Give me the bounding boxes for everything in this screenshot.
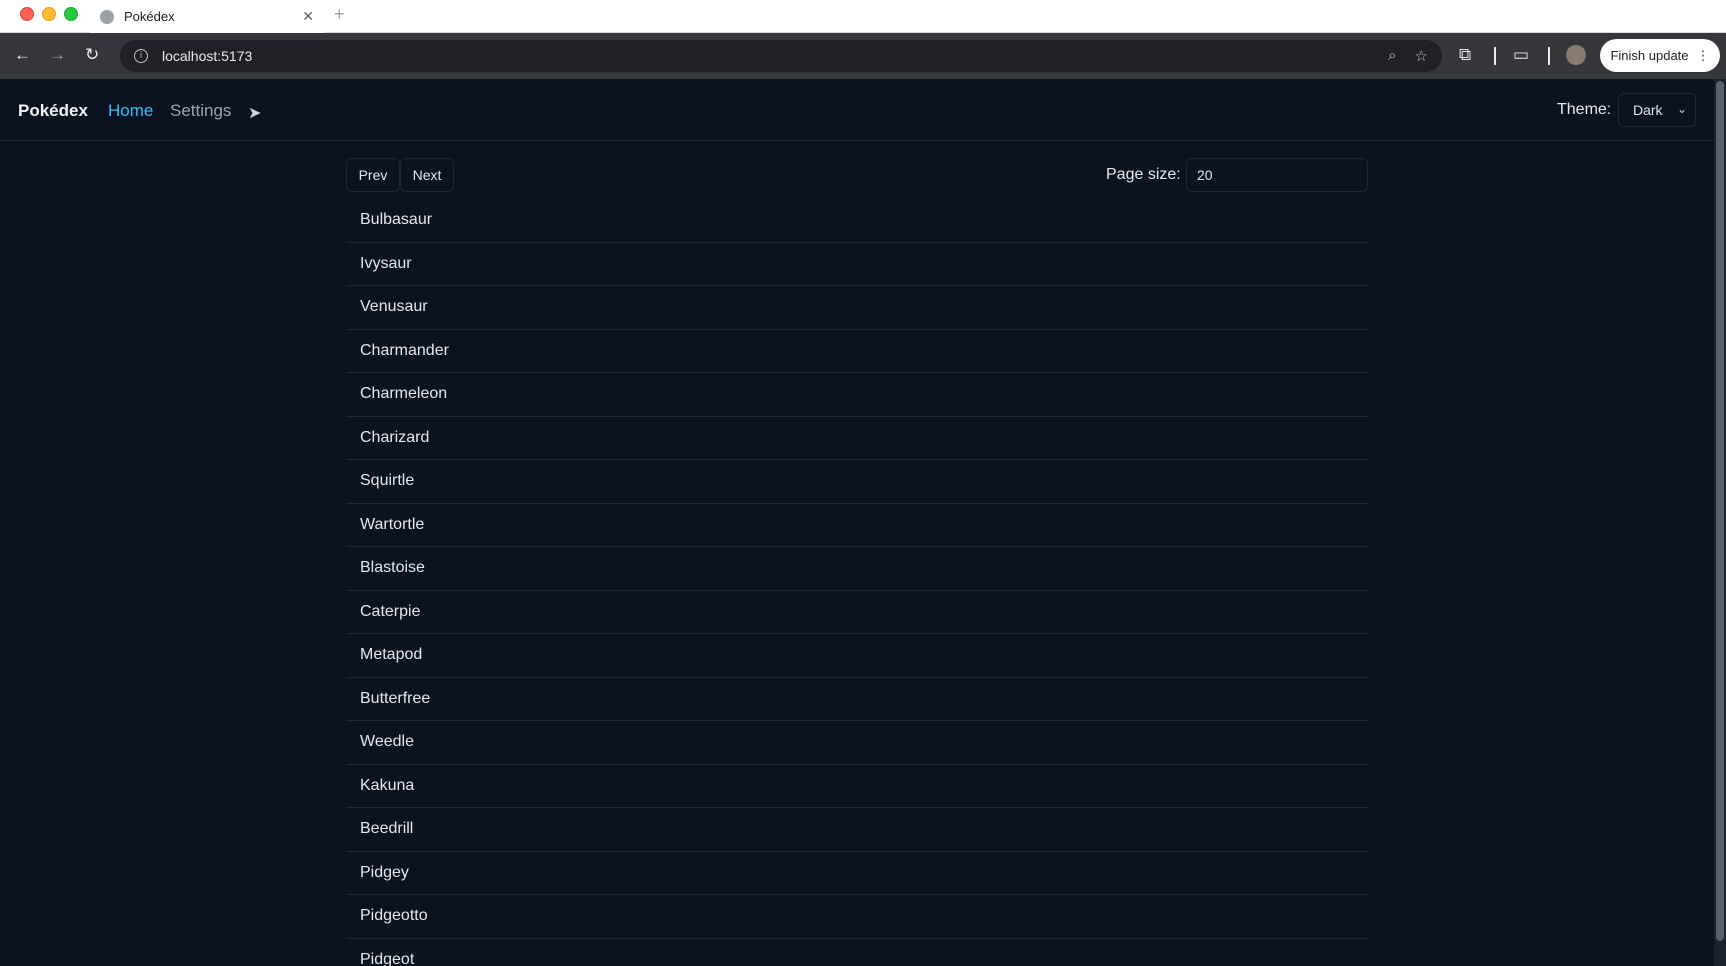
theme-label: Theme: bbox=[1557, 101, 1612, 118]
window-controls bbox=[20, 7, 78, 21]
toolbar-divider bbox=[1548, 47, 1550, 65]
globe-icon bbox=[100, 9, 114, 24]
pokemon-list-item[interactable]: Ivysaur bbox=[346, 243, 1368, 286]
pokemon-list-item[interactable]: Weedle bbox=[346, 721, 1368, 765]
pokemon-list-item[interactable]: Wartortle bbox=[346, 504, 1368, 547]
pokemon-list-item[interactable]: Butterfree bbox=[346, 678, 1368, 721]
app-header: Pokédex Home Settings ➤ Theme: Dark ⌄ bbox=[0, 79, 1714, 141]
app-brand[interactable]: Pokédex bbox=[18, 101, 88, 121]
page-size-label: Page size: bbox=[1106, 166, 1181, 183]
chevron-down-icon: ⌄ bbox=[1676, 102, 1687, 116]
extensions-icon[interactable]: ⧉ bbox=[1459, 45, 1471, 65]
minimize-window-button[interactable] bbox=[42, 7, 56, 21]
pokemon-list-item[interactable]: Pidgeot bbox=[346, 939, 1368, 966]
theme-select[interactable]: Dark ⌄ bbox=[1618, 93, 1696, 127]
pokemon-list-item[interactable]: Kakuna bbox=[346, 765, 1368, 808]
pokemon-list-item[interactable]: Beedrill bbox=[346, 808, 1368, 852]
finish-update-button[interactable]: Finish update ⋮ bbox=[1600, 39, 1720, 72]
close-icon[interactable]: ✕ bbox=[302, 8, 314, 25]
pokemon-list-item[interactable]: Venusaur bbox=[346, 286, 1368, 330]
reload-icon[interactable]: ↻ bbox=[85, 45, 99, 65]
browser-window: Pokédex ✕ + ← → ↻ i localhost:5173 ⌕ ☆ ⧉… bbox=[0, 0, 1726, 966]
omnibox-actions: ⌕ ☆ bbox=[1388, 47, 1428, 65]
bookmark-star-icon[interactable]: ☆ bbox=[1415, 47, 1428, 65]
forward-arrow-icon[interactable]: → bbox=[49, 45, 66, 65]
browser-toolbar: ← → ↻ i localhost:5173 ⌕ ☆ ⧉ ▭ bbox=[0, 33, 1726, 79]
toolbar-divider bbox=[1494, 47, 1496, 65]
tab-search-icon[interactable]: ▭ bbox=[1513, 45, 1529, 65]
tab-strip: Pokédex ✕ + bbox=[0, 0, 1726, 33]
tab-title: Pokédex bbox=[124, 9, 175, 24]
scrollbar-thumb[interactable] bbox=[1716, 81, 1724, 941]
address-bar[interactable]: i localhost:5173 ⌕ ☆ bbox=[120, 40, 1442, 72]
pokemon-list-item[interactable]: Charizard bbox=[346, 417, 1368, 460]
site-info-icon[interactable]: i bbox=[134, 49, 148, 63]
more-vert-icon: ⋮ bbox=[1696, 47, 1710, 63]
zoom-icon[interactable]: ⌕ bbox=[1388, 47, 1396, 65]
back-arrow-icon[interactable]: ← bbox=[14, 45, 31, 65]
browser-tab[interactable]: Pokédex ✕ bbox=[90, 0, 324, 33]
pokemon-list-item[interactable]: Squirtle bbox=[346, 460, 1368, 504]
nav-settings-link[interactable]: Settings bbox=[170, 101, 231, 121]
close-window-button[interactable] bbox=[20, 7, 34, 21]
new-tab-icon[interactable]: + bbox=[334, 4, 345, 25]
finish-update-label: Finish update bbox=[1610, 48, 1689, 63]
nav-home-link[interactable]: Home bbox=[108, 101, 153, 121]
pokemon-list-item[interactable]: Caterpie bbox=[346, 591, 1368, 634]
mouse-cursor-icon: ➤ bbox=[248, 105, 262, 122]
pokemon-list-item[interactable]: Blastoise bbox=[346, 547, 1368, 591]
pokemon-list-item[interactable]: Pidgey bbox=[346, 852, 1368, 895]
profile-avatar[interactable] bbox=[1566, 45, 1586, 65]
theme-selected-value: Dark bbox=[1633, 102, 1663, 118]
url-text[interactable]: localhost:5173 bbox=[162, 48, 252, 64]
next-button[interactable]: Next bbox=[400, 158, 454, 192]
page-size-input[interactable] bbox=[1186, 158, 1368, 192]
pokemon-list: Bulbasaur Ivysaur Venusaur Charmander Charme… bbox=[346, 199, 1368, 966]
pokemon-list-item[interactable]: Charmeleon bbox=[346, 373, 1368, 417]
pokemon-list-item[interactable]: Pidgeotto bbox=[346, 895, 1368, 939]
app-page: Pokédex Home Settings ➤ Theme: Dark ⌄ Pr… bbox=[0, 79, 1714, 966]
pokemon-list-item[interactable]: Charmander bbox=[346, 330, 1368, 373]
prev-button[interactable]: Prev bbox=[346, 158, 400, 192]
maximize-window-button[interactable] bbox=[64, 7, 78, 21]
pokemon-list-item[interactable]: Bulbasaur bbox=[346, 199, 1368, 243]
pokemon-list-item[interactable]: Metapod bbox=[346, 634, 1368, 678]
pagination-controls: Prev Next Page size: bbox=[346, 158, 1368, 192]
